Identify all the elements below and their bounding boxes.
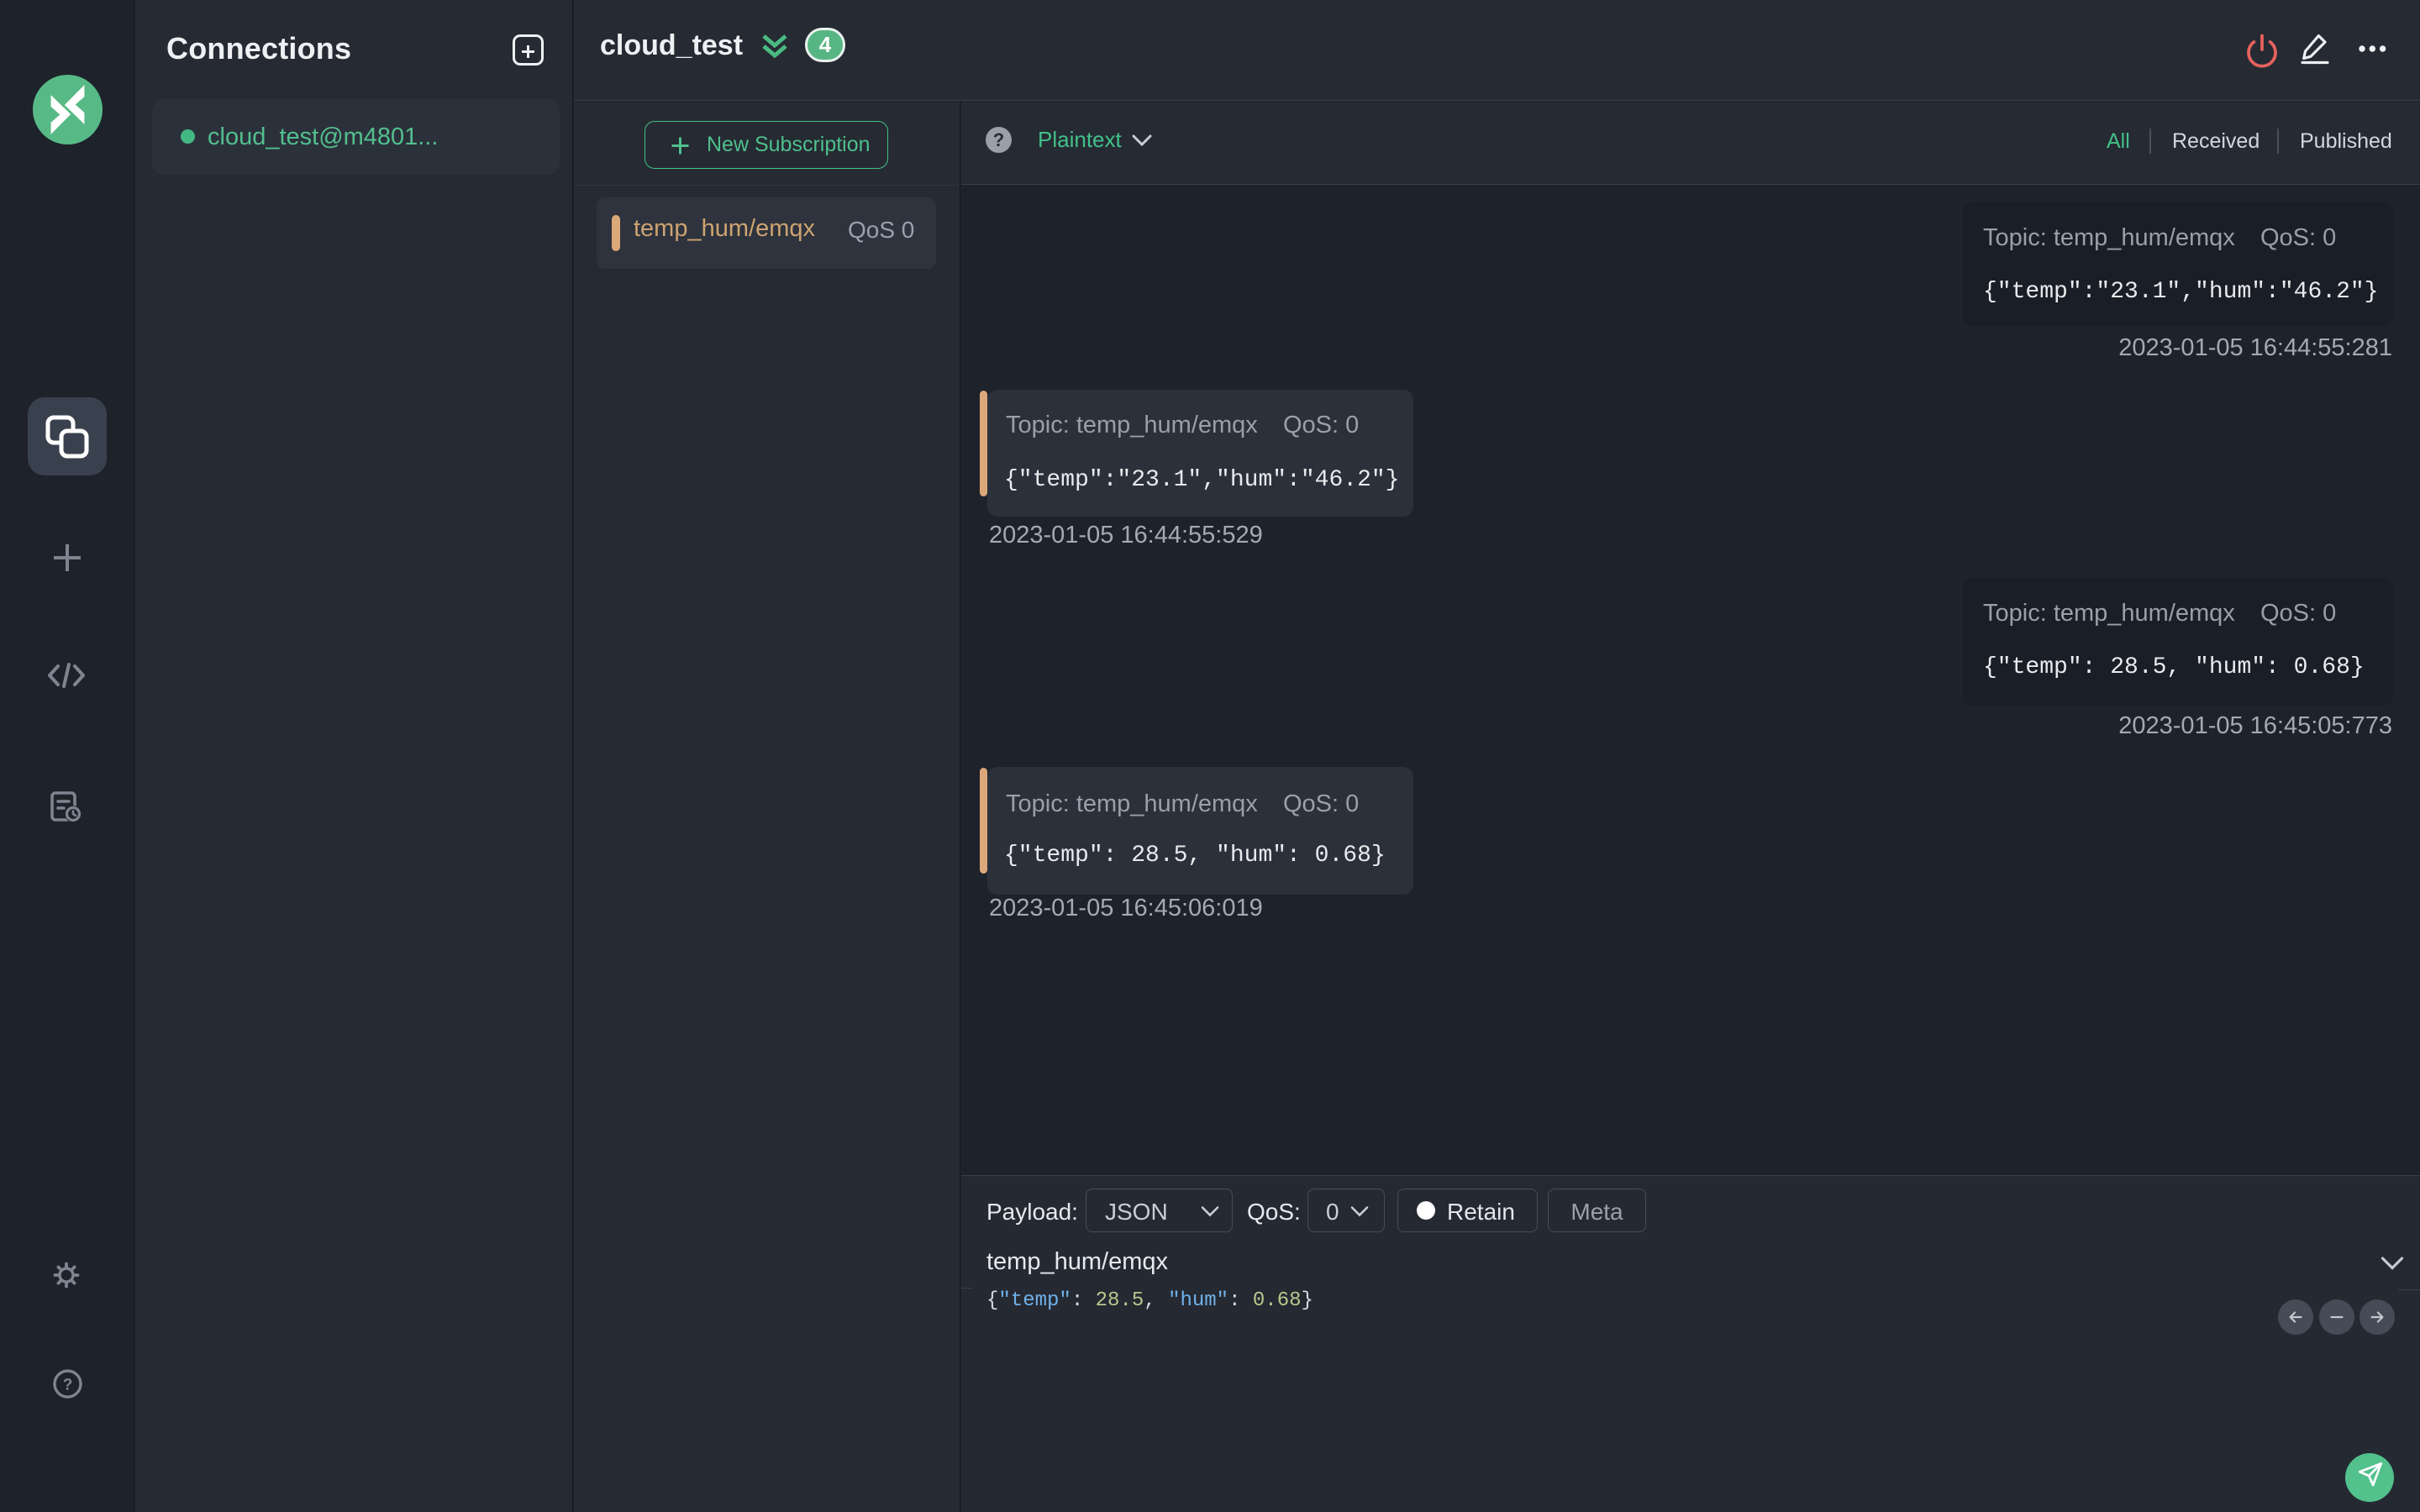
svg-text:?: ? <box>63 1377 73 1394</box>
